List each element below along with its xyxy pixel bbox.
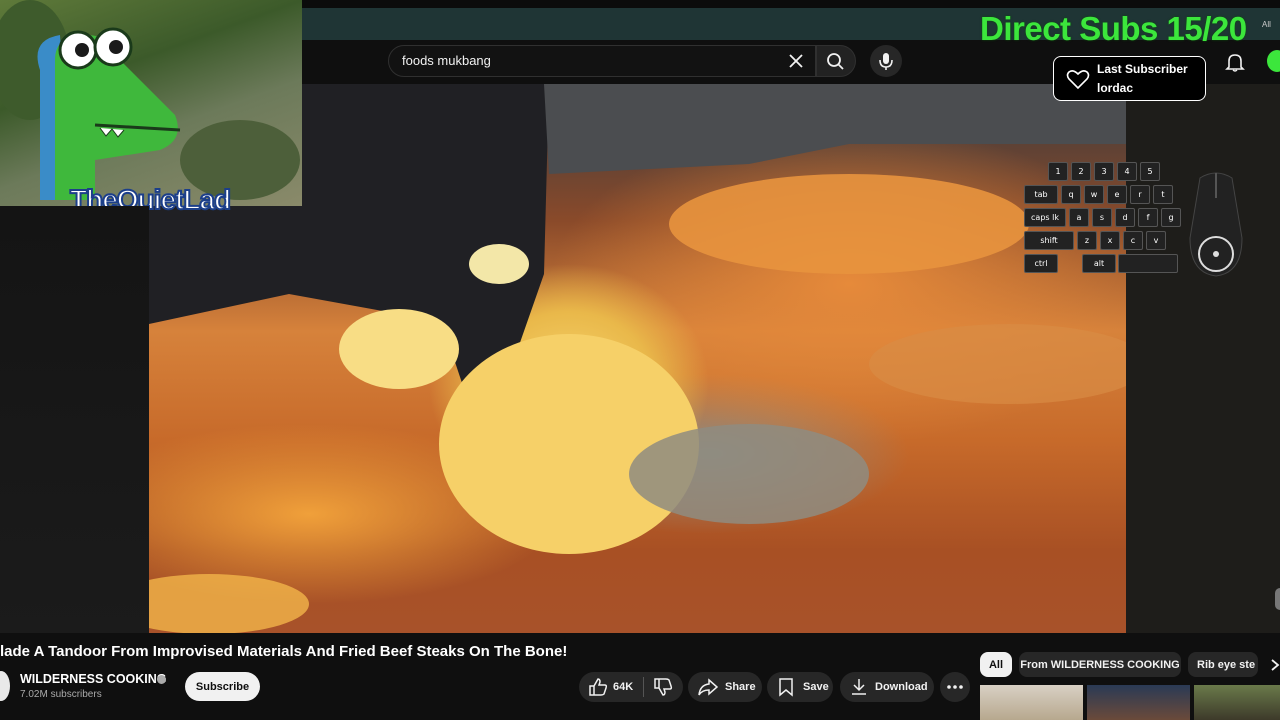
account-avatar[interactable] <box>1267 50 1280 72</box>
chips-next-button[interactable] <box>1268 658 1280 672</box>
key-g: g <box>1161 208 1181 227</box>
recommended-thumbnail[interactable] <box>980 685 1083 720</box>
key-r: r <box>1130 185 1150 204</box>
download-icon <box>852 679 866 695</box>
key-w: w <box>1084 185 1104 204</box>
save-button[interactable]: Save <box>767 672 833 702</box>
clear-search-button[interactable] <box>786 51 806 71</box>
like-button[interactable]: 64K <box>587 676 633 698</box>
share-icon <box>698 678 719 696</box>
like-dislike-group: 64K <box>579 672 683 702</box>
key-space <box>1118 254 1178 273</box>
chip-from-channel[interactable]: From WILDERNESS COOKING <box>1019 652 1181 677</box>
recommended-thumbnail[interactable] <box>1194 685 1280 720</box>
more-actions-button[interactable] <box>940 672 970 702</box>
key-tab: tab <box>1024 185 1058 204</box>
chip-rib-eye[interactable]: Rib eye ste <box>1188 652 1258 677</box>
key-a: a <box>1069 208 1089 227</box>
key-s: s <box>1092 208 1112 227</box>
mouse-input-overlay <box>1184 168 1248 280</box>
streamer-camera-overlay <box>0 0 302 206</box>
keyboard-input-overlay: 1 2 3 4 5 tab q w e r t caps lk a s d f … <box>1024 162 1184 277</box>
channel-subscriber-count: 7.02M subscribers <box>20 689 102 700</box>
last-subscriber-name: lordac <box>1097 81 1134 95</box>
like-count: 64K <box>613 681 634 693</box>
chevron-right-icon <box>1271 659 1280 671</box>
bookmark-icon <box>779 678 793 697</box>
video-title: lade A Tandoor From Improvised Materials… <box>0 643 568 660</box>
subscribe-button[interactable]: Subscribe <box>185 672 260 701</box>
key-4: 4 <box>1117 162 1137 181</box>
microphone-icon <box>879 53 893 70</box>
chip-all[interactable]: All <box>980 652 1012 677</box>
recommended-thumbnail[interactable] <box>1087 685 1190 720</box>
more-horizontal-icon <box>947 685 963 689</box>
save-label: Save <box>803 681 829 693</box>
left-panel-bg <box>0 206 149 633</box>
last-subscriber-label: Last Subscriber <box>1097 62 1188 76</box>
key-e: e <box>1107 185 1127 204</box>
key-1: 1 <box>1048 162 1068 181</box>
key-ctrl: ctrl <box>1024 254 1058 273</box>
key-q: q <box>1061 185 1081 204</box>
verified-badge-icon <box>157 675 166 684</box>
key-v: v <box>1146 231 1166 250</box>
search-button[interactable] <box>816 45 856 77</box>
notifications-button[interactable] <box>1224 51 1246 73</box>
scrollbar-thumb[interactable] <box>1275 588 1280 610</box>
key-z: z <box>1077 231 1097 250</box>
key-alt: alt <box>1082 254 1116 273</box>
voice-search-button[interactable] <box>870 45 902 77</box>
key-5: 5 <box>1140 162 1160 181</box>
share-label: Share <box>725 681 756 693</box>
download-button[interactable]: Download <box>840 672 934 702</box>
key-x: x <box>1100 231 1120 250</box>
thumbs-up-icon <box>589 678 608 696</box>
close-icon <box>789 54 803 68</box>
key-c: c <box>1123 231 1143 250</box>
key-d: d <box>1115 208 1135 227</box>
mouse-icon <box>1189 172 1243 277</box>
share-button[interactable]: Share <box>688 672 762 702</box>
download-label: Download <box>875 681 928 693</box>
search-icon <box>827 53 844 70</box>
heart-icon <box>1066 68 1090 90</box>
crocodile-mascot-icon <box>0 0 300 200</box>
like-divider <box>643 677 645 697</box>
bell-icon <box>1225 54 1245 72</box>
search-query[interactable]: foods mukbang <box>402 53 491 68</box>
key-t: t <box>1153 185 1173 204</box>
thumbs-down-icon <box>654 678 673 696</box>
corner-label: All <box>1262 20 1271 29</box>
top-strip <box>302 0 1280 8</box>
channel-name[interactable]: WILDERNESS COOKING <box>20 672 167 686</box>
direct-subs-goal: Direct Subs 15/20 <box>980 10 1247 47</box>
key-3: 3 <box>1094 162 1114 181</box>
key-shift: shift <box>1024 231 1074 250</box>
key-f: f <box>1138 208 1158 227</box>
dislike-button[interactable] <box>652 676 674 698</box>
key-caps-lock: caps lk <box>1024 208 1066 227</box>
key-2: 2 <box>1071 162 1091 181</box>
